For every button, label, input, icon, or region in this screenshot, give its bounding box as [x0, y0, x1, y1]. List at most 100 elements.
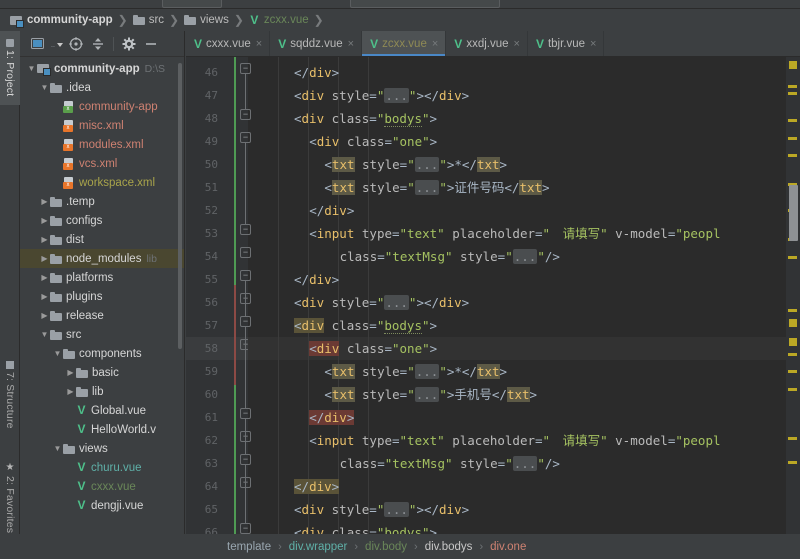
code-line[interactable]: </div>: [248, 61, 800, 84]
chevron-right-icon[interactable]: ▶: [39, 311, 50, 320]
element-breadcrumb-item[interactable]: div.bodys: [422, 541, 476, 553]
error-stripe-marker[interactable]: [789, 61, 797, 69]
tree-row[interactable]: ▶release: [20, 306, 185, 325]
tree-row[interactable]: ▶lib: [20, 382, 185, 401]
close-tab-icon[interactable]: ×: [432, 38, 438, 50]
tree-row[interactable]: ▶dist: [20, 230, 185, 249]
sidebar-item-project[interactable]: 1: Project: [0, 31, 20, 105]
code-line[interactable]: <div style="..."></div>: [248, 291, 800, 314]
chevron-down-icon[interactable]: ▼: [52, 349, 63, 358]
chevron-right-icon[interactable]: ▶: [39, 292, 50, 301]
code-line[interactable]: <div class="bodys">: [248, 314, 800, 337]
tree-row[interactable]: ▶plugins: [20, 287, 185, 306]
select-opened-file-icon[interactable]: [28, 34, 48, 54]
chevron-right-icon[interactable]: ▶: [39, 254, 50, 263]
chevron-down-icon[interactable]: ▼: [39, 83, 50, 92]
tree-row[interactable]: ▼community-appD:\S: [20, 59, 185, 78]
editor-tab[interactable]: Vsqddz.vue×: [270, 31, 362, 56]
code-line[interactable]: </div>: [248, 406, 800, 429]
project-scrollbar[interactable]: [178, 63, 182, 349]
code-line[interactable]: <div class="bodys">: [248, 521, 800, 534]
vcs-change-marker[interactable]: [234, 57, 236, 285]
tree-row[interactable]: ▼views: [20, 439, 185, 458]
tree-row[interactable]: VHelloWorld.v: [20, 420, 185, 439]
error-stripe-marker[interactable]: [788, 388, 797, 391]
error-stripe-marker[interactable]: [788, 461, 797, 464]
code-editor[interactable]: 4647484950515253545556575859606162636465…: [186, 57, 800, 534]
tree-row[interactable]: Vdengji.vue: [20, 496, 185, 515]
close-tab-icon[interactable]: ×: [590, 38, 596, 50]
breadcrumb-item-views[interactable]: views: [182, 9, 233, 31]
editor-scrollbar-thumb[interactable]: [789, 185, 798, 241]
code-line[interactable]: <txt style="...">证件号码</txt>: [248, 176, 800, 199]
settings-gear-icon[interactable]: [119, 34, 139, 54]
tree-row[interactable]: Vcxxx.vue: [20, 477, 185, 496]
close-tab-icon[interactable]: ×: [256, 38, 262, 50]
error-stripe-marker[interactable]: [788, 256, 797, 259]
editor-element-breadcrumb[interactable]: template›div.wrapper›div.body›div.bodys›…: [186, 534, 800, 559]
element-breadcrumb-item[interactable]: div.one: [487, 541, 529, 553]
tree-row[interactable]: misc.xml: [20, 116, 185, 135]
hide-panel-icon[interactable]: [141, 34, 161, 54]
close-tab-icon[interactable]: ×: [514, 38, 520, 50]
error-stripe-marker[interactable]: [788, 353, 797, 356]
tree-row[interactable]: workspace.xml: [20, 173, 185, 192]
tree-row[interactable]: VGlobal.vue: [20, 401, 185, 420]
code-line[interactable]: <div class="one">: [248, 337, 800, 360]
editor-error-stripe[interactable]: [786, 57, 800, 534]
error-stripe-marker[interactable]: [789, 319, 797, 327]
collapse-all-icon[interactable]: [88, 34, 108, 54]
chevron-right-icon[interactable]: ▶: [39, 197, 50, 206]
error-stripe-marker[interactable]: [788, 309, 797, 312]
error-stripe-marker[interactable]: [788, 370, 797, 373]
error-stripe-marker[interactable]: [788, 92, 797, 95]
editor-tab[interactable]: Vcxxx.vue×: [186, 31, 270, 56]
chevron-down-icon[interactable]: ▼: [39, 330, 50, 339]
tree-row[interactable]: modules.xml: [20, 135, 185, 154]
tree-row[interactable]: vcs.xml: [20, 154, 185, 173]
code-line[interactable]: <div class="bodys">: [248, 107, 800, 130]
vcs-change-marker[interactable]: [234, 285, 236, 385]
editor-tab-bar[interactable]: Vcxxx.vue×Vsqddz.vue×Vzcxx.vue×Vxxdj.vue…: [186, 31, 800, 57]
code-line[interactable]: </div>: [248, 268, 800, 291]
code-line[interactable]: <div style="..."></div>: [248, 498, 800, 521]
breadcrumb-item-project[interactable]: community-app: [8, 9, 117, 31]
error-stripe-marker[interactable]: [788, 85, 797, 88]
navigation-breadcrumb[interactable]: community-app ❯ src ❯ views ❯ V zcxx.vue…: [0, 9, 800, 31]
tree-row[interactable]: ▼components: [20, 344, 185, 363]
close-tab-icon[interactable]: ×: [348, 38, 354, 50]
code-line[interactable]: <div style="..."></div>: [248, 84, 800, 107]
error-stripe-marker[interactable]: [789, 338, 797, 346]
chevron-right-icon[interactable]: ▶: [39, 216, 50, 225]
error-stripe-marker[interactable]: [788, 119, 797, 122]
code-line[interactable]: <div class="one">: [248, 130, 800, 153]
error-stripe-marker[interactable]: [788, 137, 797, 140]
locate-target-icon[interactable]: [66, 34, 86, 54]
tree-row[interactable]: ▶.temp: [20, 192, 185, 211]
code-line[interactable]: </div>: [248, 475, 800, 498]
tree-row[interactable]: Vchuru.vue: [20, 458, 185, 477]
tree-row[interactable]: ▶configs: [20, 211, 185, 230]
chevron-right-icon[interactable]: ▶: [65, 368, 76, 377]
editor-tab[interactable]: Vxxdj.vue×: [446, 31, 528, 56]
error-stripe-marker[interactable]: [788, 154, 797, 157]
editor-code-area[interactable]: </div><div style="..."></div><div class=…: [248, 57, 800, 534]
breadcrumb-item-src[interactable]: src: [131, 9, 168, 31]
element-breadcrumb-item[interactable]: div.wrapper: [286, 541, 351, 553]
chevron-down-icon[interactable]: ..: [50, 34, 64, 54]
element-breadcrumb-item[interactable]: div.body: [362, 541, 410, 553]
tree-row[interactable]: ▶node_moduleslib: [20, 249, 185, 268]
chevron-down-icon[interactable]: ▼: [52, 444, 63, 453]
chevron-right-icon[interactable]: ▶: [65, 387, 76, 396]
error-stripe-marker[interactable]: [788, 437, 797, 440]
sidebar-item-favorites[interactable]: ★ 2: Favorites: [0, 451, 20, 545]
code-line[interactable]: <txt style="...">手机号</txt>: [248, 383, 800, 406]
code-line[interactable]: class="textMsg" style="..."/>: [248, 452, 800, 475]
tree-row[interactable]: ▼.idea: [20, 78, 185, 97]
code-line[interactable]: <txt style="...">*</txt>: [248, 360, 800, 383]
chevron-right-icon[interactable]: ▶: [39, 235, 50, 244]
project-tree[interactable]: ▼community-appD:\S▼.ideacommunity-appmis…: [20, 57, 185, 559]
sidebar-item-structure[interactable]: 7: Structure: [0, 351, 20, 439]
code-line[interactable]: <input type="text" placeholder=" 请填写" v-…: [248, 222, 800, 245]
element-breadcrumb-item[interactable]: template: [224, 541, 274, 553]
